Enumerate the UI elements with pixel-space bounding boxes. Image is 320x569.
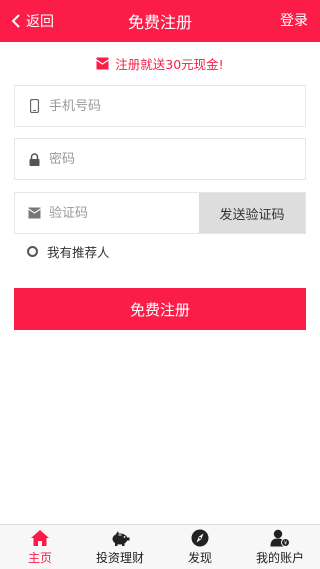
page-title: 免费注册: [127, 13, 192, 32]
referrer-label: 我有推荐人: [47, 245, 110, 260]
register-button[interactable]: 免费注册: [14, 288, 306, 330]
home-icon: [31, 529, 49, 546]
phone-field: [14, 85, 306, 127]
bottom-tab-bar: 主页 投资理财 发现 ¥ 我的账户: [0, 524, 320, 569]
phone-input[interactable]: [49, 98, 249, 114]
piggy-bank-icon: [112, 530, 130, 546]
back-label: 返回: [26, 14, 54, 30]
login-link[interactable]: 登录: [280, 0, 308, 42]
lock-icon: [27, 152, 41, 166]
password-field: [14, 138, 306, 180]
verification-code-field: 发送验证码: [14, 192, 306, 234]
referrer-radio[interactable]: [27, 246, 38, 257]
top-nav-bar: 返回 免费注册 登录: [0, 0, 320, 42]
back-button[interactable]: 返回: [10, 0, 54, 42]
red-envelope-icon: [96, 57, 110, 69]
phone-icon: [27, 99, 41, 113]
password-input[interactable]: [49, 151, 249, 167]
send-code-button[interactable]: 发送验证码: [199, 193, 305, 233]
tab-label-discover: 发现: [187, 550, 212, 565]
promo-text: 注册就送30元现金!: [115, 56, 224, 72]
mail-icon: [27, 206, 41, 220]
svg-text:¥: ¥: [284, 540, 288, 546]
promo-banner: 注册就送30元现金!: [0, 52, 320, 74]
compass-icon: [191, 529, 209, 546]
tab-invest[interactable]: 投资理财: [80, 525, 160, 569]
tab-label-account: 我的账户: [255, 550, 304, 565]
tab-discover[interactable]: 发现: [160, 525, 240, 569]
referrer-option[interactable]: 我有推荐人: [27, 242, 110, 261]
tab-label-home: 主页: [27, 550, 52, 565]
tab-home[interactable]: 主页: [0, 525, 80, 569]
user-account-icon: ¥: [270, 529, 290, 547]
chevron-left-icon: [11, 14, 20, 28]
tab-account[interactable]: ¥ 我的账户: [240, 525, 320, 569]
tab-label-invest: 投资理财: [95, 550, 144, 565]
